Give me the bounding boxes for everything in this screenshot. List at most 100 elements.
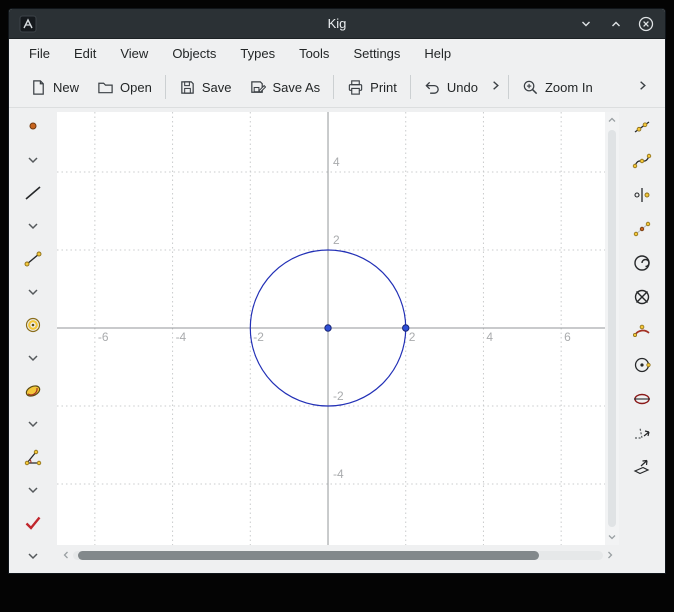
open-button[interactable]: Open — [88, 73, 161, 102]
right-tool-hide-object[interactable] — [624, 280, 660, 314]
x-tick-label: 6 — [564, 330, 571, 344]
chevron-right-icon — [605, 550, 615, 560]
menu-view[interactable]: View — [118, 43, 150, 64]
left-expander-segment[interactable] — [16, 275, 50, 308]
close-circle-icon — [638, 16, 654, 32]
circle-tool-icon — [23, 315, 43, 335]
undo-icon — [424, 79, 441, 96]
menu-edit[interactable]: Edit — [72, 43, 98, 64]
chevron-down-icon — [25, 482, 41, 498]
line-tool-icon — [23, 183, 43, 203]
kig-app-icon — [19, 15, 37, 33]
titlebar[interactable]: Kig — [9, 9, 665, 39]
right-tool-point-on-object[interactable] — [624, 178, 660, 212]
left-tool-circle[interactable] — [16, 308, 50, 341]
vertical-scrollbar[interactable] — [605, 112, 619, 545]
y-tick-label: -2 — [333, 389, 344, 403]
horizontal-scrollbar[interactable] — [57, 548, 619, 562]
save-icon — [179, 79, 196, 96]
open-label: Open — [120, 80, 152, 95]
minimize-button[interactable] — [577, 15, 595, 33]
chevron-up-icon — [607, 115, 617, 125]
left-expander-circle[interactable] — [16, 341, 50, 374]
radius-point[interactable] — [403, 325, 409, 331]
circle-center-icon — [632, 355, 652, 375]
left-tool-test[interactable] — [16, 506, 50, 539]
right-tool-ellipse[interactable] — [624, 382, 660, 416]
left-expander-conic[interactable] — [16, 407, 50, 440]
menu-file[interactable]: File — [27, 43, 52, 64]
vertical-scroll-thumb[interactable] — [608, 130, 616, 527]
horizontal-scroll-thumb[interactable] — [78, 551, 539, 560]
coordinate-plane[interactable]: -6 -4 -2 2 4 6 4 2 -2 -4 — [57, 112, 605, 545]
print-button[interactable]: Print — [338, 73, 406, 102]
left-tool-line[interactable] — [16, 176, 50, 209]
right-tool-rotate[interactable] — [624, 416, 660, 450]
right-tool-arc[interactable] — [624, 314, 660, 348]
menu-tools[interactable]: Tools — [297, 43, 331, 64]
scroll-right-button[interactable] — [603, 547, 617, 563]
left-tool-point[interactable] — [16, 110, 50, 143]
x-tick-label: 2 — [409, 330, 416, 344]
scroll-up-button[interactable] — [605, 112, 619, 128]
main-area: -6 -4 -2 2 4 6 4 2 -2 -4 — [9, 108, 665, 573]
x-tick-label: 4 — [486, 330, 493, 344]
spiral-icon — [632, 253, 652, 273]
zoom-in-label: Zoom In — [545, 80, 593, 95]
right-tool-curve-by-points[interactable] — [624, 144, 660, 178]
chevron-down-icon — [25, 152, 41, 168]
new-label: New — [53, 80, 79, 95]
right-tool-transform[interactable] — [624, 450, 660, 484]
save-label: Save — [202, 80, 232, 95]
left-expander-point[interactable] — [16, 143, 50, 176]
chevron-down-icon — [25, 218, 41, 234]
left-tool-angle[interactable] — [16, 440, 50, 473]
undo-dropdown-chevron-icon[interactable] — [487, 75, 504, 99]
new-button[interactable]: New — [21, 73, 88, 102]
undo-button[interactable]: Undo — [415, 73, 487, 102]
close-button[interactable] — [637, 15, 655, 33]
left-toolbar — [9, 108, 57, 573]
conic-tool-icon — [23, 381, 43, 401]
save-as-label: Save As — [272, 80, 320, 95]
right-tool-midpoint[interactable] — [624, 212, 660, 246]
menu-types[interactable]: Types — [238, 43, 277, 64]
print-label: Print — [370, 80, 397, 95]
window-title: Kig — [9, 16, 665, 31]
crossed-circle-icon — [632, 287, 652, 307]
scroll-left-button[interactable] — [59, 547, 73, 563]
zoom-in-button[interactable]: Zoom In — [513, 73, 602, 102]
center-point[interactable] — [325, 325, 331, 331]
left-tool-segment[interactable] — [16, 242, 50, 275]
left-expander-test[interactable] — [16, 539, 50, 572]
geometry-canvas[interactable]: -6 -4 -2 2 4 6 4 2 -2 -4 — [57, 112, 605, 545]
x-tick-label: -6 — [98, 330, 109, 344]
left-tool-conic[interactable] — [16, 374, 50, 407]
toolbar-separator — [508, 75, 509, 99]
save-button[interactable]: Save — [170, 73, 241, 102]
segment-tool-icon — [23, 249, 43, 269]
save-as-button[interactable]: Save As — [240, 73, 329, 102]
transform-polygon-icon — [632, 457, 652, 477]
right-tool-line-by-points[interactable] — [624, 110, 660, 144]
left-expander-angle[interactable] — [16, 473, 50, 506]
right-tool-spiral[interactable] — [624, 246, 660, 280]
toolbar-overflow-chevron-icon[interactable] — [634, 75, 651, 99]
menu-settings[interactable]: Settings — [351, 43, 402, 64]
menu-help[interactable]: Help — [422, 43, 453, 64]
left-expander-line[interactable] — [16, 209, 50, 242]
scroll-down-button[interactable] — [605, 529, 619, 545]
chevron-right-icon — [489, 79, 502, 92]
rotate-icon — [632, 423, 652, 443]
menu-objects[interactable]: Objects — [170, 43, 218, 64]
right-toolbar — [619, 108, 665, 573]
chevron-down-icon — [25, 416, 41, 432]
right-tool-circle-by-center[interactable] — [624, 348, 660, 382]
horizontal-scroll-track[interactable] — [73, 551, 603, 560]
line-by-points-icon — [632, 117, 652, 137]
maximize-button[interactable] — [607, 15, 625, 33]
menubar: File Edit View Objects Types Tools Setti… — [9, 39, 665, 67]
toolbar-separator — [333, 75, 334, 99]
zoom-in-icon — [522, 79, 539, 96]
x-tick-label: -2 — [253, 330, 264, 344]
